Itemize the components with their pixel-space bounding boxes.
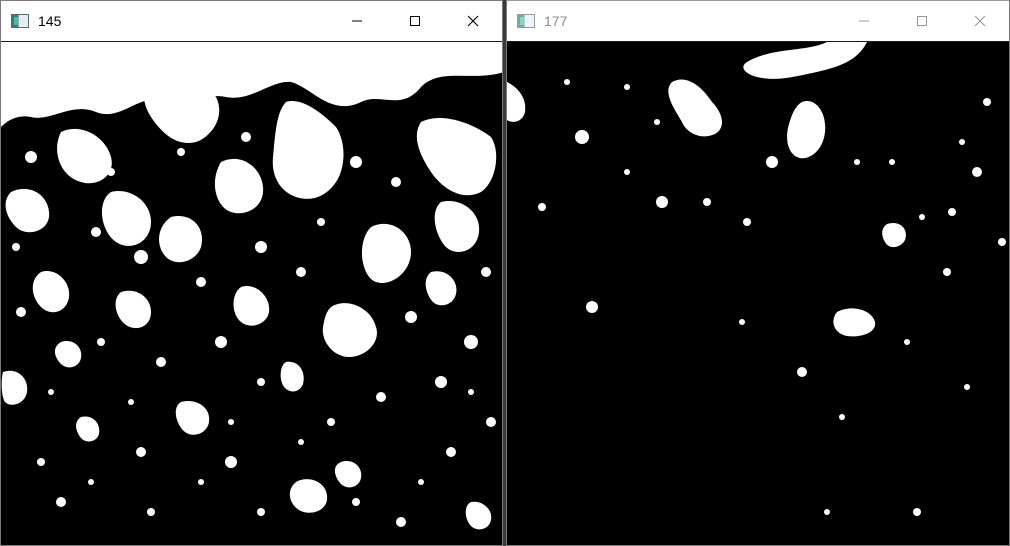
close-button[interactable] <box>951 1 1009 41</box>
maximize-button[interactable] <box>386 1 444 41</box>
minimize-icon <box>352 20 362 22</box>
window-controls <box>835 1 1009 41</box>
close-icon <box>467 15 479 27</box>
minimize-button[interactable] <box>328 1 386 41</box>
close-icon <box>974 15 986 27</box>
maximize-button[interactable] <box>893 1 951 41</box>
maximize-icon <box>410 16 420 26</box>
title-bar[interactable]: 145 <box>1 1 502 41</box>
binary-threshold-image <box>507 42 1009 545</box>
image-canvas[interactable] <box>1 41 502 545</box>
window-title: 145 <box>38 13 62 29</box>
image-window-177[interactable]: 177 <box>506 0 1010 546</box>
desktop: 145 177 <box>0 0 1010 546</box>
app-window-icon[interactable] <box>11 14 29 28</box>
app-window-icon[interactable] <box>517 14 535 28</box>
minimize-button[interactable] <box>835 1 893 41</box>
window-title: 177 <box>544 13 568 29</box>
maximize-icon <box>917 16 927 26</box>
title-bar[interactable]: 177 <box>507 1 1009 41</box>
window-controls <box>328 1 502 41</box>
binary-threshold-image <box>1 42 502 545</box>
close-button[interactable] <box>444 1 502 41</box>
minimize-icon <box>859 20 869 22</box>
image-canvas[interactable] <box>507 41 1009 545</box>
image-window-145[interactable]: 145 <box>0 0 503 546</box>
